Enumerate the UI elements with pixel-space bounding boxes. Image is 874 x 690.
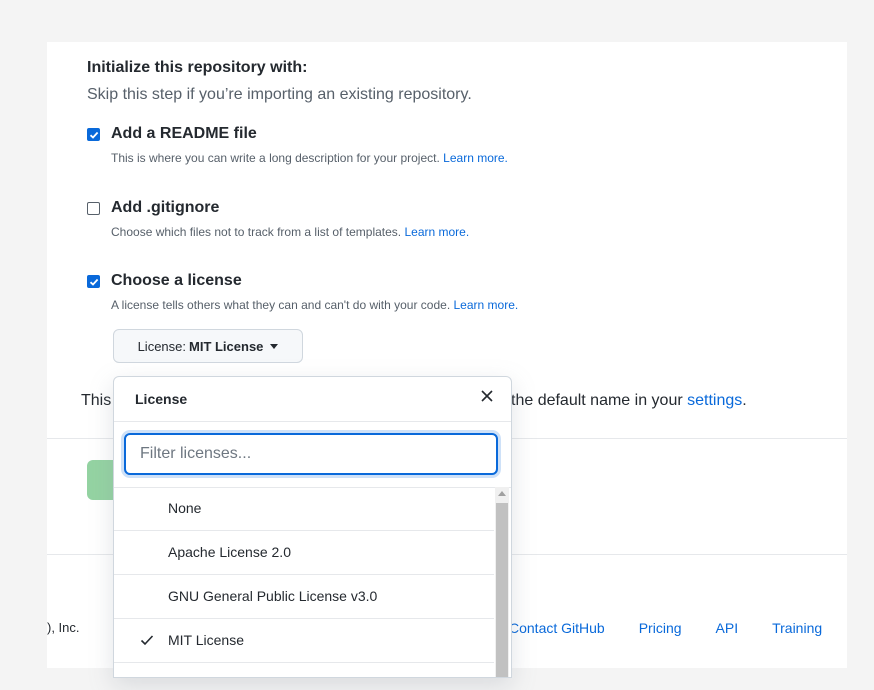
readme-learn-more-link[interactable]: Learn more. xyxy=(443,151,508,165)
license-option-label: GNU General Public License v3.0 xyxy=(168,588,378,604)
dropdown-title: License xyxy=(135,391,188,407)
readme-checkbox[interactable] xyxy=(87,128,100,141)
license-list: None Apache License 2.0 GNU General Publ… xyxy=(114,487,494,663)
dropdown-scrollbar[interactable] xyxy=(495,487,509,677)
check-icon xyxy=(89,131,98,139)
license-select-button[interactable]: License: MIT License xyxy=(113,329,303,363)
license-option-none[interactable]: None xyxy=(114,487,494,531)
license-description: A license tells others what they can and… xyxy=(111,298,519,312)
filter-licenses-input[interactable] xyxy=(124,433,498,475)
license-label[interactable]: Choose a license xyxy=(111,272,242,290)
init-heading: Initialize this repository with: xyxy=(87,59,308,76)
license-option-apache[interactable]: Apache License 2.0 xyxy=(114,531,494,575)
gitignore-checkbox[interactable] xyxy=(87,202,100,215)
dropdown-header: License xyxy=(114,377,511,422)
readme-description: This is where you can write a long descr… xyxy=(111,151,508,165)
license-learn-more-link[interactable]: Learn more. xyxy=(454,298,519,312)
caret-down-icon xyxy=(270,343,279,349)
footer-link-contact[interactable]: Contact GitHub xyxy=(509,620,605,636)
gitignore-label[interactable]: Add .gitignore xyxy=(111,199,219,217)
footer-link-pricing[interactable]: Pricing xyxy=(639,620,682,636)
license-option-gpl[interactable]: GNU General Public License v3.0 xyxy=(114,575,494,619)
footer-links: Contact GitHub Pricing API Training xyxy=(509,620,822,636)
settings-link[interactable]: settings xyxy=(687,392,742,409)
license-option-mit[interactable]: MIT License xyxy=(114,619,494,663)
license-option-label: MIT License xyxy=(168,632,244,648)
owner-note-end: the default name in your settings. xyxy=(511,392,747,409)
license-option-label: None xyxy=(168,500,202,516)
close-icon[interactable] xyxy=(479,388,495,404)
license-button-prefix: License: xyxy=(137,338,186,354)
filter-section xyxy=(114,421,511,488)
footer-link-api[interactable]: API xyxy=(716,620,739,636)
gitignore-learn-more-link[interactable]: Learn more. xyxy=(404,225,469,239)
owner-note-start: This xyxy=(81,392,112,409)
license-dropdown: License None Apache License 2.0 GNU Gene… xyxy=(113,376,512,678)
readme-label[interactable]: Add a README file xyxy=(111,125,257,143)
scrollbar-thumb[interactable] xyxy=(496,503,508,677)
scroll-up-arrow-icon[interactable] xyxy=(498,491,506,496)
footer-copyright: ), Inc. xyxy=(47,620,80,635)
check-icon xyxy=(140,635,154,646)
license-checkbox[interactable] xyxy=(87,275,100,288)
license-option-label: Apache License 2.0 xyxy=(168,544,291,560)
footer-link-training[interactable]: Training xyxy=(772,620,822,636)
init-subheading: Skip this step if you’re importing an ex… xyxy=(87,86,472,103)
license-button-value: MIT License xyxy=(189,338,264,354)
check-icon xyxy=(89,278,98,286)
gitignore-description: Choose which files not to track from a l… xyxy=(111,225,470,239)
